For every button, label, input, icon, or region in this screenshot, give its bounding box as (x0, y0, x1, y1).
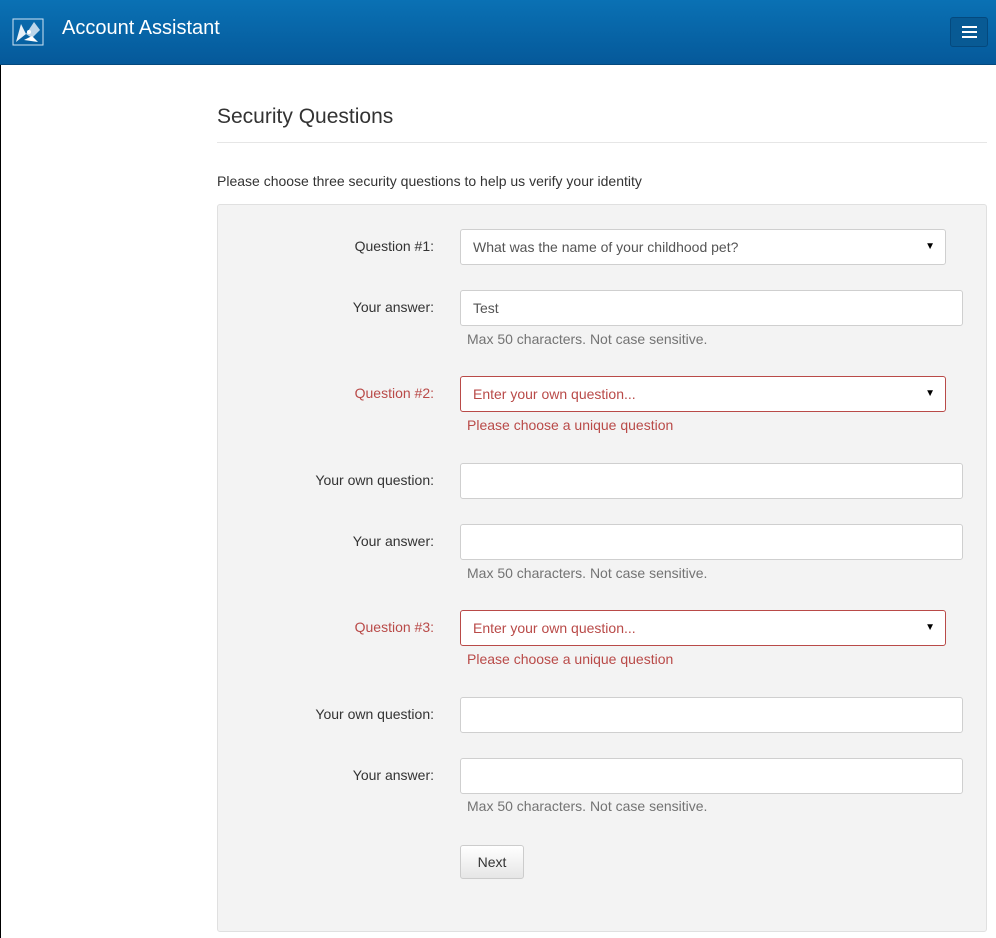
answer-2-label: Your answer: (352, 533, 434, 549)
dropdown-caret-icon: ▼ (925, 622, 935, 633)
question-2-selected: Enter your own question... (473, 386, 636, 402)
answer-3-label: Your answer: (352, 767, 434, 783)
hamburger-menu-icon (962, 26, 977, 28)
hamburger-menu-icon (962, 31, 977, 33)
answer-2-help: Max 50 characters. Not case sensitive. (467, 565, 708, 581)
question-1-label: Question #1: (354, 238, 434, 254)
own-question-3-input[interactable] (460, 697, 963, 733)
dropdown-caret-icon: ▼ (925, 241, 935, 252)
answer-3-input[interactable] (460, 758, 963, 794)
butterfly-logo-icon (12, 18, 44, 46)
intro-text: Please choose three security questions t… (217, 173, 642, 189)
window-border (0, 0, 1, 938)
question-3-label: Question #3: (354, 619, 434, 635)
answer-1-label: Your answer: (352, 299, 434, 315)
question-2-error: Please choose a unique question (467, 417, 674, 433)
dropdown-caret-icon: ▼ (925, 388, 935, 399)
question-3-error: Please choose a unique question (467, 651, 674, 667)
own-question-2-label: Your own question: (315, 472, 434, 488)
question-3-select[interactable]: Enter your own question... ▼ (460, 610, 946, 646)
title-divider (217, 142, 987, 143)
question-3-selected: Enter your own question... (473, 620, 636, 636)
page-title: Security Questions (217, 105, 394, 128)
top-navbar: Account Assistant (0, 0, 996, 65)
hamburger-menu-icon (962, 36, 977, 38)
own-question-2-input[interactable] (460, 463, 963, 499)
question-1-select[interactable]: What was the name of your childhood pet?… (460, 229, 946, 265)
answer-3-help: Max 50 characters. Not case sensitive. (467, 798, 708, 814)
answer-1-input[interactable]: Test (460, 290, 963, 326)
answer-2-input[interactable] (460, 524, 963, 560)
next-button[interactable]: Next (460, 845, 524, 879)
question-1-selected: What was the name of your childhood pet? (473, 239, 739, 255)
app-title[interactable]: Account Assistant (62, 17, 220, 40)
question-2-label: Question #2: (354, 385, 434, 401)
menu-button[interactable] (950, 17, 988, 47)
answer-1-help: Max 50 characters. Not case sensitive. (467, 331, 708, 347)
question-2-select[interactable]: Enter your own question... ▼ (460, 376, 946, 412)
own-question-3-label: Your own question: (315, 706, 434, 722)
